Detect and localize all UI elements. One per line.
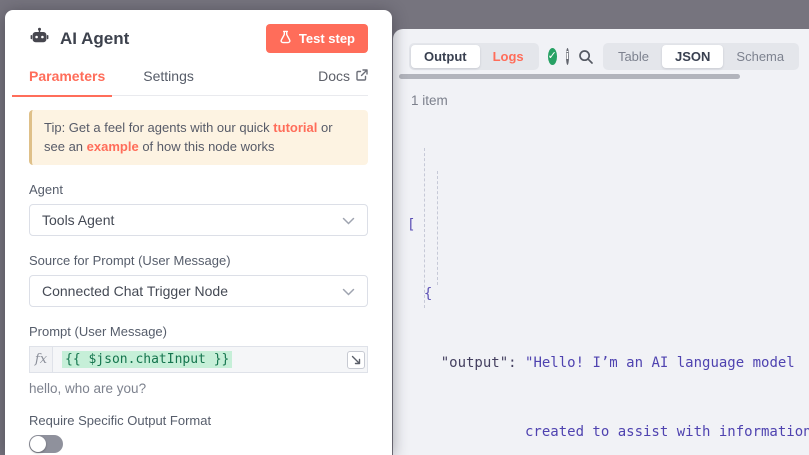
output-logs-segmented-control: Output Logs	[409, 43, 539, 70]
flask-icon	[279, 30, 292, 47]
expand-expression-button[interactable]	[347, 351, 365, 369]
search-icon[interactable]	[578, 48, 594, 66]
prompt-source-select[interactable]: Connected Chat Trigger Node	[29, 275, 368, 307]
prompt-source-field: Source for Prompt (User Message) Connect…	[29, 253, 368, 307]
items-count: 1 item	[411, 93, 448, 108]
expression-input[interactable]: fx {{ $json.chatInput }}	[29, 346, 368, 373]
fx-badge: fx	[30, 347, 53, 372]
chevron-down-icon	[342, 212, 355, 228]
node-tabs: Parameters Settings Docs	[29, 68, 368, 96]
prompt-source-label: Source for Prompt (User Message)	[29, 253, 368, 268]
node-header: AI Agent Test step Parameters Settings D…	[5, 10, 392, 96]
success-check-icon: ✓	[548, 48, 557, 65]
chevron-down-icon	[342, 283, 355, 299]
tutorial-link[interactable]: tutorial	[273, 120, 317, 135]
view-mode-segmented-control: Table JSON Schema	[603, 43, 799, 70]
external-link-icon	[356, 68, 368, 84]
json-line: "output": "Hello! I’m an AI language mod…	[407, 352, 809, 375]
json-line: created to assist with information,	[407, 421, 809, 444]
example-link[interactable]: example	[87, 139, 139, 154]
toggle-knob	[30, 436, 46, 452]
json-line: {	[407, 283, 809, 306]
output-toolbar: Output Logs ✓ i Table JSON Schema	[409, 43, 799, 70]
node-settings-panel: AI Agent Test step Parameters Settings D…	[5, 10, 392, 455]
indent-guide	[424, 148, 425, 308]
test-step-button[interactable]: Test step	[266, 24, 368, 53]
agent-field: Agent Tools Agent	[29, 182, 368, 236]
tab-schema[interactable]: Schema	[723, 45, 797, 68]
indent-guide	[437, 171, 438, 285]
output-panel: Output Logs ✓ i Table JSON Schema 1 item…	[393, 29, 809, 455]
prompt-label: Prompt (User Message)	[29, 324, 368, 339]
tab-output[interactable]: Output	[411, 45, 480, 68]
info-icon[interactable]: i	[566, 48, 569, 65]
expression-value[interactable]: {{ $json.chatInput }}	[62, 351, 232, 368]
tab-logs[interactable]: Logs	[480, 45, 537, 68]
json-output-view: [ { "output": "Hello! I’m an AI language…	[407, 122, 809, 455]
json-line: [	[407, 214, 809, 237]
robot-icon	[29, 26, 50, 52]
tab-json[interactable]: JSON	[662, 45, 723, 68]
agent-label: Agent	[29, 182, 368, 197]
tab-settings[interactable]: Settings	[143, 68, 194, 84]
expression-preview: hello, who are you?	[29, 381, 368, 396]
tab-table[interactable]: Table	[605, 45, 662, 68]
tip-callout: Tip: Get a feel for agents with our quic…	[29, 110, 368, 165]
node-parameters-body: Tip: Get a feel for agents with our quic…	[5, 96, 392, 455]
tab-parameters[interactable]: Parameters	[29, 68, 105, 84]
agent-select[interactable]: Tools Agent	[29, 204, 368, 236]
node-title: AI Agent	[60, 29, 129, 49]
horizontal-scrollbar[interactable]	[399, 74, 740, 79]
output-format-toggle[interactable]	[29, 435, 63, 453]
output-format-label: Require Specific Output Format	[29, 413, 368, 428]
docs-link[interactable]: Docs	[318, 68, 368, 84]
prompt-field: Prompt (User Message) fx {{ $json.chatIn…	[29, 324, 368, 396]
output-format-field: Require Specific Output Format	[29, 413, 368, 453]
